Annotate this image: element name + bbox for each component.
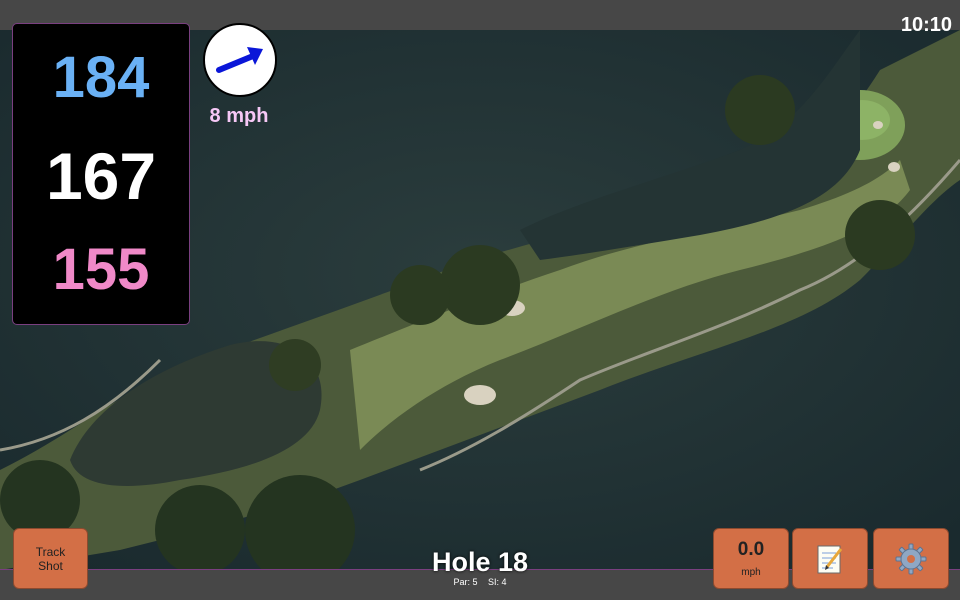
track-shot-label: Track Shot: [35, 544, 66, 573]
center-distance: 167: [45, 139, 157, 213]
wind-speed: 8 mph: [209, 105, 269, 127]
notes-button[interactable]: [792, 528, 868, 589]
track-shot-button[interactable]: Track Shot: [13, 528, 88, 589]
speed-value: 0.0: [737, 539, 765, 560]
back-distance: 184: [52, 45, 150, 110]
speed-button[interactable]: 0.0 mph: [713, 528, 789, 589]
stroke-index-label: SI: 4: [488, 577, 507, 587]
wind-direction-dial: [203, 23, 277, 97]
hole-info: Par: 5 SI: 4: [400, 577, 560, 587]
front-distance: 155: [52, 237, 150, 302]
hole-title: Hole 18: [431, 547, 529, 577]
par-label: Par: 5: [453, 577, 478, 587]
distance-panel: 184 167 155: [12, 23, 190, 325]
settings-button[interactable]: [873, 528, 949, 589]
arrow-icon: [216, 47, 263, 73]
gear-icon: [895, 543, 927, 574]
notepad-icon: [817, 545, 843, 573]
clock: 10:10: [900, 14, 952, 36]
speed-unit: mph: [741, 567, 761, 578]
